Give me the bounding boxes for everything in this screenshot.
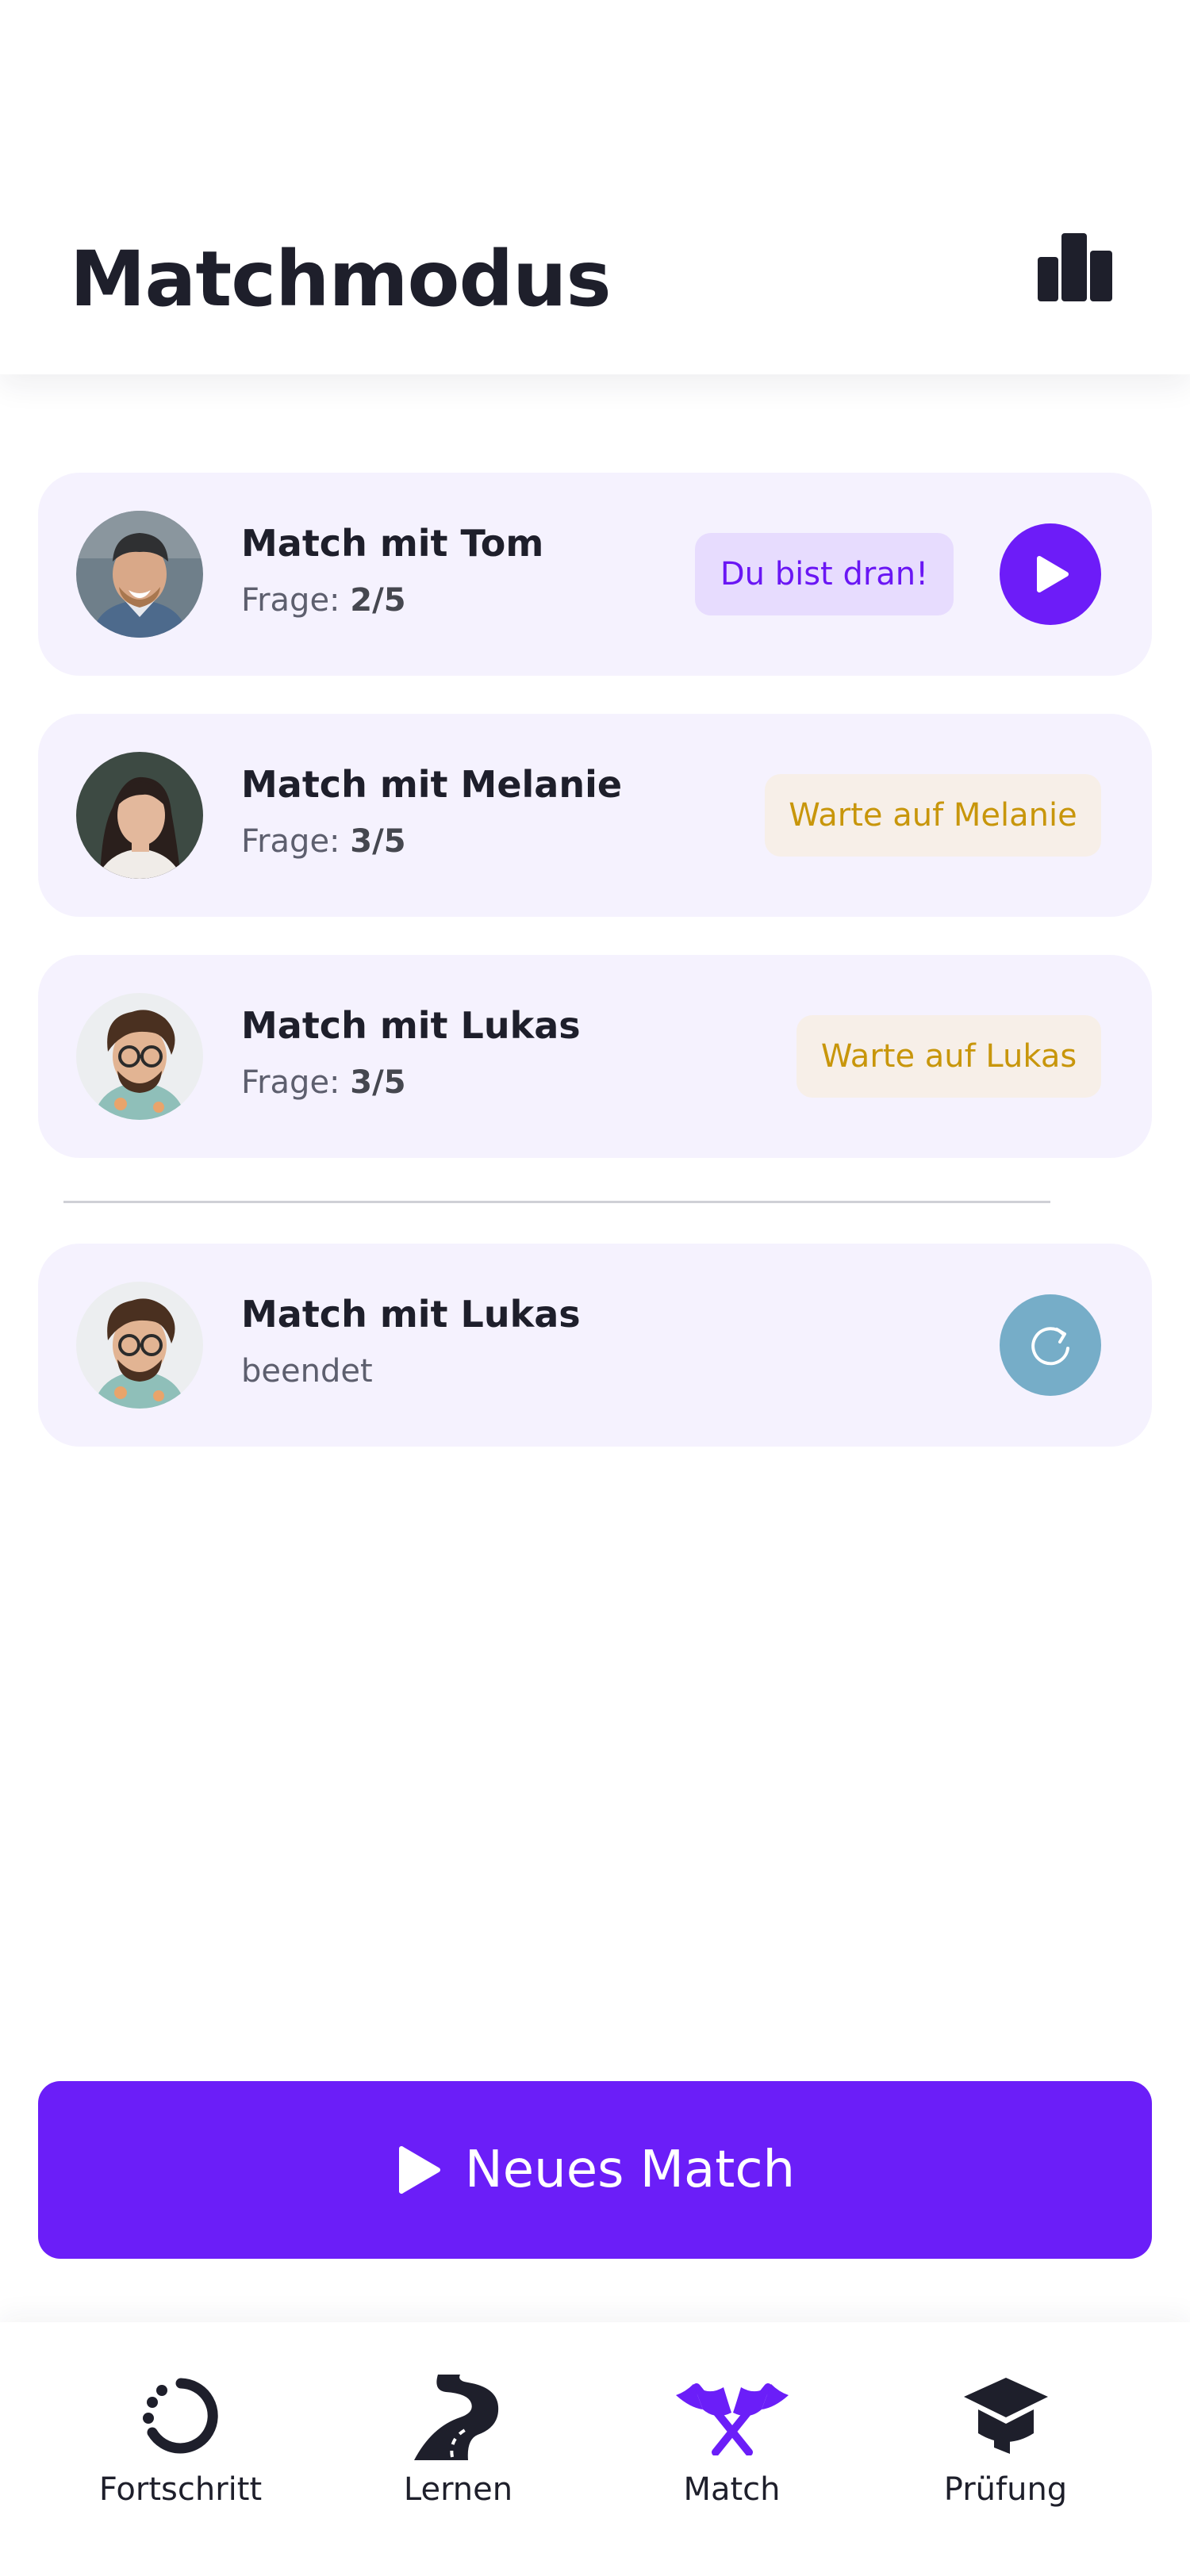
bar-chart-icon	[1038, 233, 1112, 301]
match-title: Match mit Lukas	[241, 1004, 581, 1047]
play-button[interactable]	[1000, 523, 1101, 625]
finished-match-card-lukas[interactable]: Match mit Lukas beendet	[38, 1244, 1152, 1447]
progress-label: Frage:	[241, 1064, 340, 1101]
new-match-label: Neues Match	[464, 2141, 796, 2199]
nav-item-lernen[interactable]: Lernen	[309, 2322, 607, 2576]
avatar-lukas	[76, 993, 203, 1120]
progress-value: 3/5	[350, 1064, 406, 1101]
match-card-lukas[interactable]: Match mit Lukas Frage: 3/5 Warte auf Luk…	[38, 955, 1152, 1158]
section-divider	[63, 1201, 1050, 1203]
nav-item-fortschritt[interactable]: Fortschritt	[32, 2322, 329, 2576]
status-badge-your-turn: Du bist dran!	[695, 533, 954, 615]
match-title: Match mit Tom	[241, 522, 544, 565]
match-card-tom[interactable]: Match mit Tom Frage: 2/5 Du bist dran!	[38, 473, 1152, 676]
nav-label: Lernen	[403, 2471, 513, 2508]
avatar-tom	[76, 511, 203, 638]
page-title: Matchmodus	[70, 235, 612, 324]
match-title: Match mit Lukas	[241, 1293, 581, 1336]
new-match-button[interactable]: Neues Match	[38, 2081, 1152, 2259]
avatar-melanie	[76, 752, 203, 879]
progress-label: Frage:	[241, 823, 340, 860]
play-icon	[1037, 556, 1069, 592]
rematch-button[interactable]	[1000, 1294, 1101, 1396]
play-icon	[398, 2146, 440, 2194]
match-progress: Frage: 2/5	[241, 582, 406, 619]
crossed-flags-icon	[675, 2383, 789, 2455]
match-title: Match mit Melanie	[241, 763, 623, 806]
progress-value: 3/5	[350, 823, 406, 860]
graduation-cap-icon	[963, 2378, 1048, 2454]
match-progress: Frage: 3/5	[241, 1064, 406, 1101]
nav-label: Prüfung	[943, 2471, 1068, 2508]
road-icon	[413, 2375, 498, 2460]
status-badge-waiting: Warte auf Melanie	[765, 774, 1101, 857]
match-progress: Frage: 3/5	[241, 823, 406, 860]
nav-item-pruefung[interactable]: Prüfung	[857, 2322, 1154, 2576]
nav-item-match[interactable]: Match	[583, 2322, 881, 2576]
stats-button[interactable]	[1031, 224, 1119, 311]
nav-label: Match	[683, 2471, 781, 2508]
progress-value: 2/5	[350, 582, 406, 619]
progress-icon	[142, 2378, 218, 2454]
status-badge-waiting: Warte auf Lukas	[797, 1015, 1101, 1098]
restart-icon	[1031, 1327, 1069, 1366]
app-header: Matchmodus	[0, 0, 1190, 374]
nav-label: Fortschritt	[98, 2471, 263, 2508]
match-status-text: beendet	[241, 1353, 373, 1390]
match-card-melanie[interactable]: Match mit Melanie Frage: 3/5 Warte auf M…	[38, 714, 1152, 917]
progress-label: Frage:	[241, 582, 340, 619]
avatar-lukas	[76, 1282, 203, 1409]
bottom-nav: Fortschritt Lernen Match Prüfung	[0, 2322, 1190, 2576]
